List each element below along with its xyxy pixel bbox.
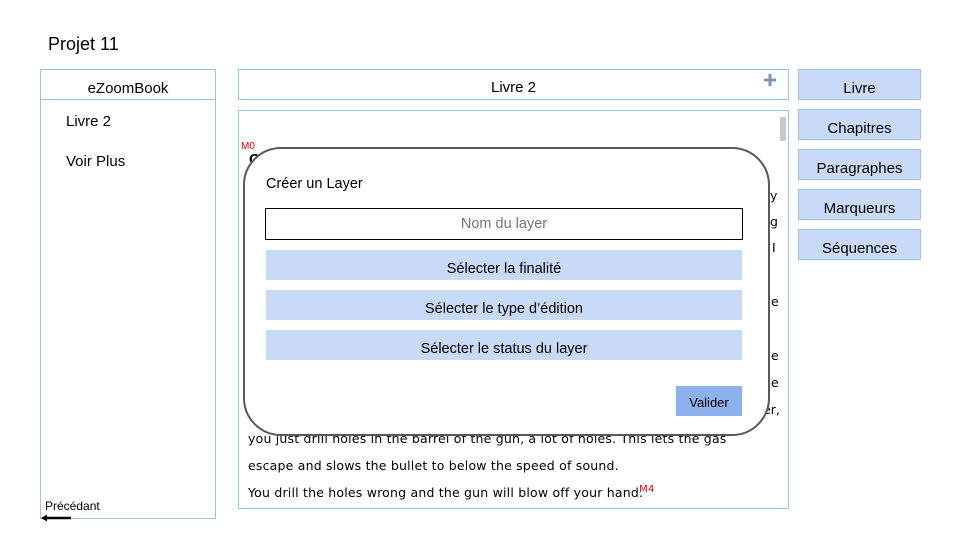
text-fragment: y: [770, 188, 778, 203]
text-line-content: You drill the holes wrong and the gun wi…: [248, 485, 644, 500]
previous-link[interactable]: Précédant: [45, 499, 100, 513]
sidebar-item-voir-plus[interactable]: Voir Plus: [66, 153, 125, 170]
text-fragment: g: [770, 214, 778, 229]
select-finalite[interactable]: Sélecter la finalité: [266, 250, 742, 280]
marker-end: M4: [639, 484, 655, 495]
menu-sequences-button[interactable]: Séquences: [798, 229, 921, 260]
sidebar: eZoomBook Livre 2 Voir Plus Précédant: [40, 69, 216, 522]
menu-marqueurs-button[interactable]: Marqueurs: [798, 189, 921, 220]
text-fragment: e: [771, 348, 779, 363]
arrow-left-icon[interactable]: [41, 513, 71, 523]
text-fragment: e: [771, 375, 779, 390]
sidebar-item-livre-2[interactable]: Livre 2: [66, 113, 111, 130]
text-fragment: e: [771, 294, 779, 309]
project-title: Projet 11: [48, 34, 119, 54]
sidebar-header: eZoomBook: [41, 70, 215, 100]
dialog-title: Créer un Layer: [266, 176, 363, 192]
select-edition-type[interactable]: Sélecter le type d’édition: [266, 290, 742, 320]
menu-livre-button[interactable]: Livre: [798, 69, 921, 100]
scrollbar-thumb[interactable]: [780, 117, 786, 141]
text-line: You drill the holes wrong and the gun wi…: [248, 484, 655, 500]
text-fragment: I: [772, 240, 776, 255]
select-layer-status[interactable]: Sélecter le status du layer: [266, 330, 742, 360]
menu-paragraphes-button[interactable]: Paragraphes: [798, 149, 921, 180]
menu-chapitres-button[interactable]: Chapitres: [798, 109, 921, 140]
plus-icon[interactable]: [763, 73, 777, 87]
validate-button[interactable]: Valider: [676, 386, 742, 416]
book-title-bar: Livre 2: [238, 69, 789, 100]
create-layer-dialog: Créer un Layer Sélecter la finalité Séle…: [243, 147, 770, 436]
text-line: escape and slows the bullet to below the…: [248, 458, 619, 473]
layer-name-input[interactable]: [265, 208, 743, 240]
